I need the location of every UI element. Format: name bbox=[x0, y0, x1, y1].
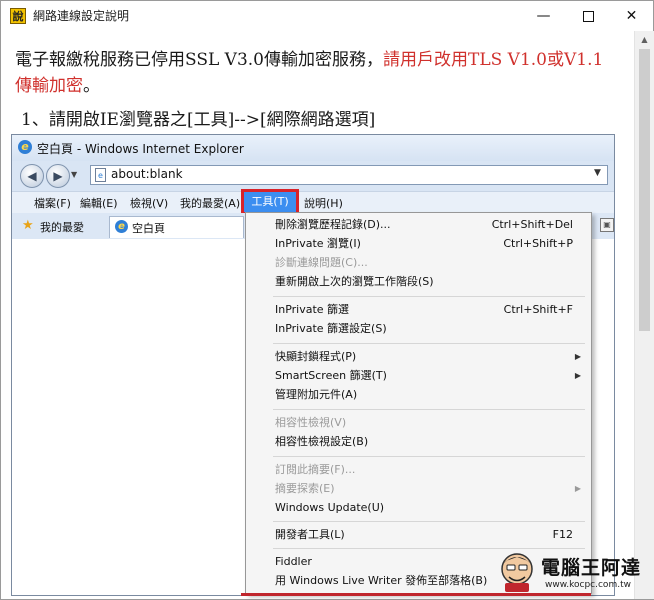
maximize-icon bbox=[583, 10, 594, 22]
menu-separator bbox=[273, 409, 585, 410]
tab-blank-page[interactable]: e 空白頁 bbox=[109, 216, 244, 238]
watermark-brand: 電腦王阿達 bbox=[541, 557, 642, 579]
minimize-button[interactable]: — bbox=[521, 1, 566, 31]
tools-menu-item[interactable]: 重新開啟上次的瀏覽工作階段(S) bbox=[246, 272, 591, 292]
menu-separator bbox=[273, 521, 585, 522]
tools-menu-item-label: Windows Update(U) bbox=[275, 501, 385, 514]
address-text: about:blank bbox=[111, 167, 183, 181]
print-icon[interactable]: ▣ bbox=[600, 218, 614, 232]
menu-favorites[interactable]: 我的最愛(A) bbox=[180, 195, 240, 211]
tools-menu-item-label: SmartScreen 篩選(T) bbox=[275, 369, 387, 382]
tools-menu-item[interactable]: InPrivate 篩選 Ctrl+Shift+F bbox=[246, 300, 591, 320]
tools-menu-item-shortcut: Ctrl+Shift+Del bbox=[491, 218, 573, 231]
tools-menu-item-label: 診斷連線問題(C)... bbox=[275, 256, 368, 269]
tools-menu-item[interactable]: 管理附加元件(A) bbox=[246, 385, 591, 405]
address-dropdown-icon[interactable]: ▼ bbox=[594, 168, 601, 178]
favorites-button-label[interactable]: 我的最愛 bbox=[40, 219, 84, 235]
menu-help[interactable]: 說明(H) bbox=[304, 195, 343, 211]
ie-logo-icon: e bbox=[18, 140, 32, 154]
window-title: 網路連線設定說明 bbox=[33, 9, 130, 23]
tab-ie-icon: e bbox=[115, 220, 128, 233]
history-dropdown-icon[interactable]: ▼ bbox=[71, 170, 77, 179]
tools-menu-item-label: 用 Windows Live Writer 發佈至部落格(B) bbox=[275, 574, 488, 587]
notice-text: 電子報繳稅服務已停用SSL V3.0傳輸加密服務， bbox=[15, 50, 383, 70]
submenu-arrow-icon: ▶ bbox=[574, 352, 581, 361]
menu-tools[interactable]: 工具(T) bbox=[241, 189, 299, 215]
tools-menu-item: 相容性檢視(V) bbox=[246, 413, 591, 433]
tools-menu-item[interactable]: 相容性檢視設定(B) bbox=[246, 432, 591, 452]
window-titlebar[interactable]: 說 網路連線設定說明 — ✕ bbox=[1, 1, 653, 31]
tools-menu-item[interactable]: SmartScreen 篩選(T) ▶ bbox=[246, 366, 591, 386]
tools-menu-item-label: 重新開啟上次的瀏覽工作階段(S) bbox=[275, 275, 434, 288]
tools-menu-item-label: 摘要探索(E) bbox=[275, 482, 335, 495]
dialog-window: 說 網路連線設定說明 — ✕ ▲ 電子報繳稅服務已停用SSL V3.0傳輸加密服… bbox=[0, 0, 654, 600]
back-arrow-icon[interactable]: ◀ bbox=[20, 164, 44, 188]
tools-menu-item-shortcut: Ctrl+Shift+F bbox=[503, 303, 573, 316]
submenu-arrow-icon: ▶ bbox=[574, 371, 581, 380]
vertical-scrollbar[interactable]: ▲ bbox=[634, 31, 654, 599]
maximize-button[interactable] bbox=[566, 1, 611, 31]
menu-edit[interactable]: 編輯(E) bbox=[80, 195, 118, 211]
tools-menu-item: 診斷連線問題(C)... bbox=[246, 253, 591, 273]
tools-menu-item[interactable]: 刪除瀏覽歷程記錄(D)... Ctrl+Shift+Del bbox=[246, 215, 591, 235]
tools-menu-item[interactable]: Windows Update(U) bbox=[246, 498, 591, 518]
tools-menu-item-label: InPrivate 篩選設定(S) bbox=[275, 322, 387, 335]
tools-menu-item-label: 快顯封鎖程式(P) bbox=[275, 350, 357, 363]
menu-separator bbox=[273, 456, 585, 457]
tools-menu-item-label: InPrivate 瀏覽(I) bbox=[275, 237, 361, 250]
tools-menu-item-label: 開發者工具(L) bbox=[275, 528, 345, 541]
tools-menu-item[interactable]: InPrivate 瀏覽(I) Ctrl+Shift+P bbox=[246, 234, 591, 254]
menu-file[interactable]: 檔案(F) bbox=[34, 195, 71, 211]
watermark-url: www.kocpc.com.tw bbox=[545, 580, 631, 590]
tools-menu-item-shortcut: Ctrl+Shift+P bbox=[503, 237, 573, 250]
tools-menu-item: 訂閱此摘要(F)... bbox=[246, 460, 591, 480]
favorites-star-icon[interactable]: ★ bbox=[22, 218, 34, 233]
ie-titlebar: e 空白頁 - Windows Internet Explorer bbox=[12, 135, 614, 161]
notice-end: 。 bbox=[83, 76, 100, 96]
close-button[interactable]: ✕ bbox=[609, 1, 654, 31]
tools-menu-item: 摘要探索(E) ▶ bbox=[246, 479, 591, 499]
mascot-icon bbox=[501, 553, 533, 592]
menu-view[interactable]: 檢視(V) bbox=[130, 195, 168, 211]
tools-menu-item-label: 相容性檢視(V) bbox=[275, 416, 347, 429]
tab-label: 空白頁 bbox=[132, 222, 165, 235]
tools-menu-item-label: 管理附加元件(A) bbox=[275, 388, 358, 401]
ie-navigation-bar: ◀ ▶ ▼ e about:blank ▼ bbox=[12, 161, 614, 191]
scroll-up-arrow-icon[interactable]: ▲ bbox=[635, 31, 654, 48]
scroll-thumb[interactable] bbox=[639, 49, 650, 331]
page-icon: e bbox=[95, 168, 106, 182]
menu-separator bbox=[273, 296, 585, 297]
menu-separator bbox=[273, 343, 585, 344]
tools-menu-item-shortcut: F12 bbox=[552, 528, 573, 541]
tools-menu-item-label: 訂閱此摘要(F)... bbox=[275, 463, 356, 476]
tools-menu-item[interactable]: 快顯封鎖程式(P) ▶ bbox=[246, 347, 591, 367]
ie-menu-bar: 檔案(F) 編輯(E) 檢視(V) 我的最愛(A) 工具(T) 說明(H) bbox=[12, 189, 614, 215]
tools-menu-item[interactable]: InPrivate 篩選設定(S) bbox=[246, 319, 591, 339]
tools-dropdown-menu: 刪除瀏覽歷程記錄(D)... Ctrl+Shift+Del InPrivate 瀏覽… bbox=[245, 212, 592, 594]
notice-paragraph: 電子報繳稅服務已停用SSL V3.0傳輸加密服務，請用戶改用TLS V1.0或V… bbox=[15, 47, 605, 99]
tools-menu-item-label: InPrivate 篩選 bbox=[275, 303, 350, 316]
ie-window-title: 空白頁 - Windows Internet Explorer bbox=[37, 142, 244, 156]
tools-menu-item-label: 刪除瀏覽歷程記錄(D)... bbox=[275, 218, 391, 231]
tools-menu-item-label: 相容性檢視設定(B) bbox=[275, 435, 369, 448]
forward-arrow-icon[interactable]: ▶ bbox=[46, 164, 70, 188]
tools-menu-item[interactable]: 開發者工具(L) F12 bbox=[246, 525, 591, 545]
submenu-arrow-icon: ▶ bbox=[574, 484, 581, 493]
step-1-instruction: 1、請開啟IE瀏覽器之[工具]-->[網際網路選項] bbox=[21, 110, 376, 130]
app-icon: 說 bbox=[10, 8, 26, 24]
tools-menu-item-label: Fiddler bbox=[275, 555, 312, 568]
address-bar[interactable]: e about:blank ▼ bbox=[90, 165, 608, 185]
watermark-logo: 電腦王阿達 www.kocpc.com.tw bbox=[495, 549, 645, 595]
